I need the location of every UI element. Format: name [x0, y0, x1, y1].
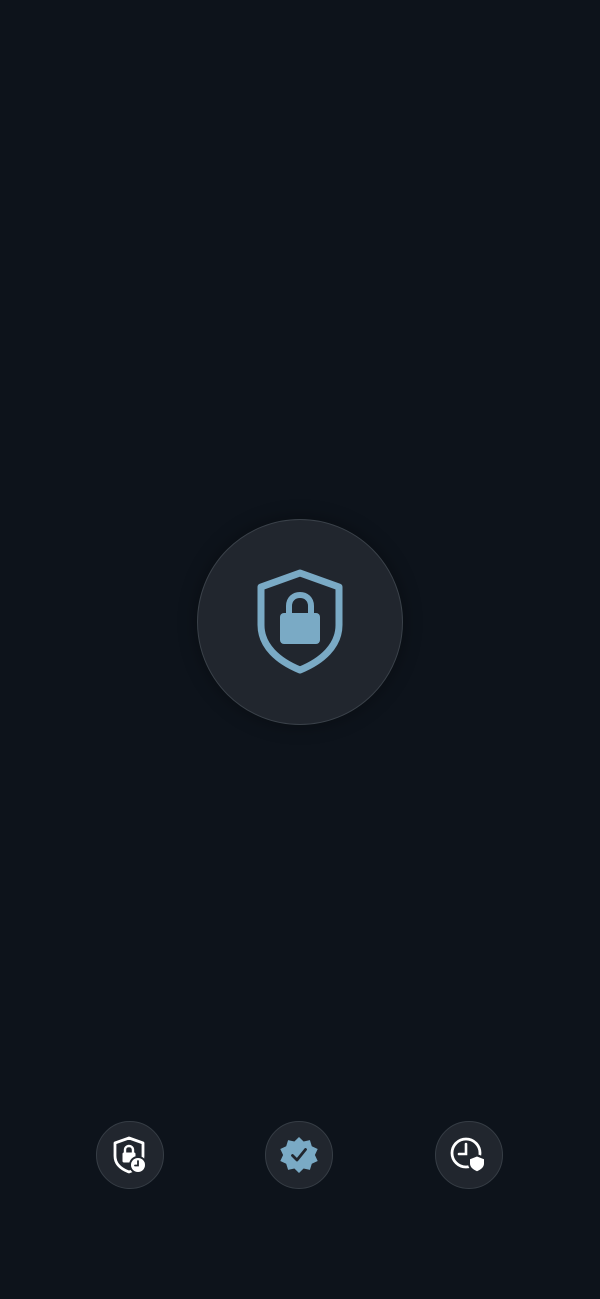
nav-lock-schedule-button[interactable]	[96, 1121, 164, 1189]
bottom-nav	[0, 1121, 600, 1191]
clock-shield-icon	[450, 1137, 486, 1174]
lock-toggle-button[interactable]	[197, 519, 403, 725]
shield-lock-icon	[257, 569, 343, 674]
nav-history-button[interactable]	[435, 1121, 503, 1189]
app-screen	[0, 0, 600, 1299]
nav-verified-button[interactable]	[265, 1121, 333, 1189]
shield-lock-clock-icon	[113, 1136, 147, 1174]
verified-badge-icon	[280, 1137, 318, 1173]
